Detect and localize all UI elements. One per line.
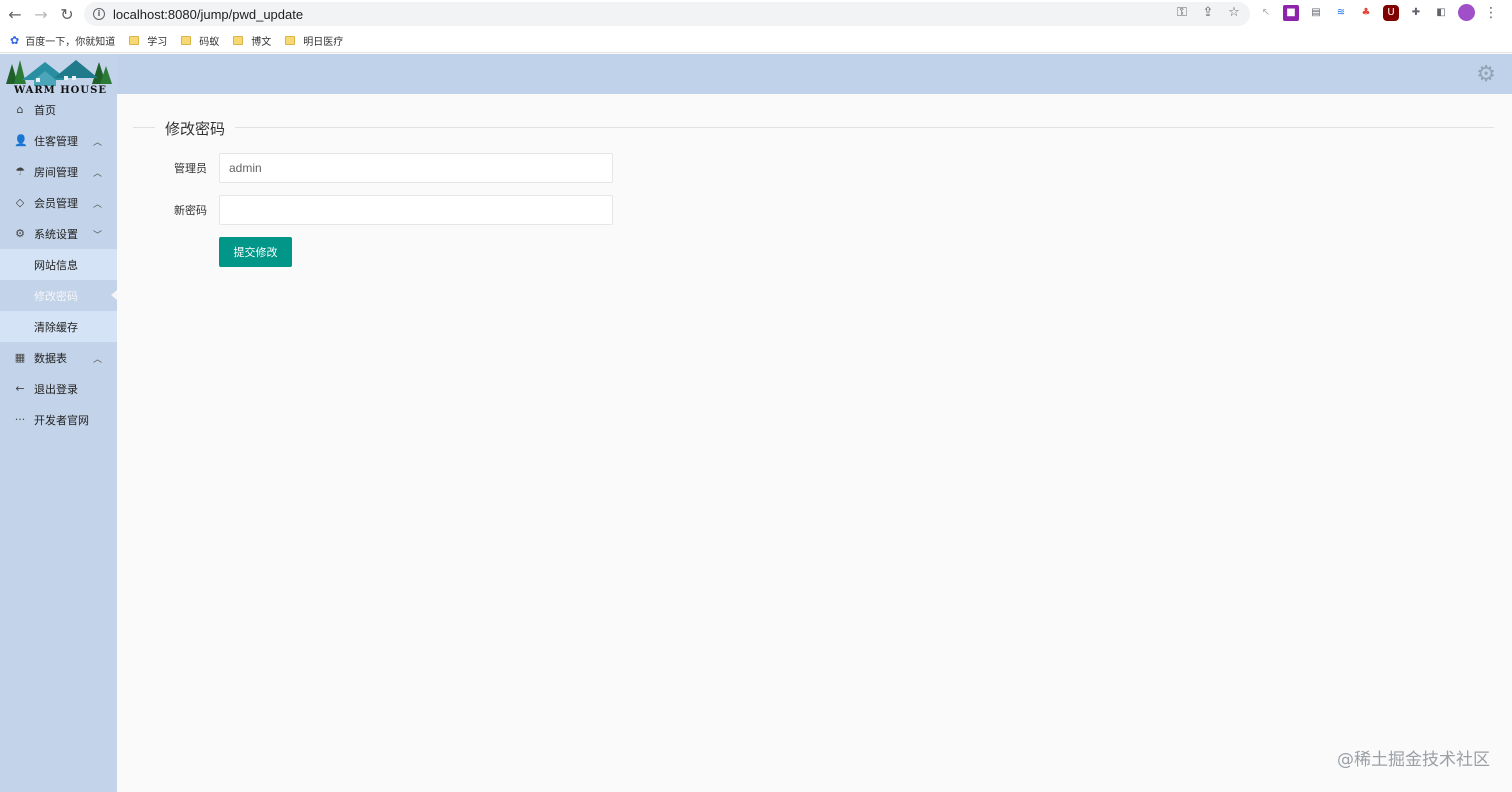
new-password-row: 新密码 — [129, 195, 613, 225]
folder-icon — [181, 36, 192, 45]
chevron-down-icon: ﹀ — [92, 231, 102, 241]
browser-toolbar: ← → ↻ i localhost:8080/jump/pwd_update ⚿… — [0, 0, 1512, 29]
site-info-icon[interactable]: i — [93, 8, 105, 20]
bookmarks-bar: ✿ 百度一下，你就知道 学习 码蚁 博文 明日医疗 — [0, 29, 1512, 53]
address-bar[interactable]: i localhost:8080/jump/pwd_update ⚿ ⇪ ☆ — [84, 2, 1250, 26]
sidebar-item-logout[interactable]: ← 退出登录 — [0, 373, 117, 404]
admin-field[interactable]: admin — [219, 153, 613, 183]
sidebar-menu: ⌂ 首页 👤 住客管理 ︿ ☂ 房间管理 ︿ ◇ 会员管理 ︿ ⚙ 系统设置 ﹀… — [0, 94, 117, 435]
purple-extension-icon[interactable]: ■ — [1283, 4, 1299, 21]
submit-button[interactable]: 提交修改 — [219, 237, 292, 267]
profile-avatar[interactable] — [1458, 4, 1475, 21]
share-icon[interactable]: ⇪ — [1200, 5, 1216, 21]
sidebar-item-guests[interactable]: 👤 住客管理 ︿ — [0, 125, 117, 156]
user-icon: 👤 — [14, 134, 28, 147]
sidebar-item-members[interactable]: ◇ 会员管理 ︿ — [0, 187, 117, 218]
back-arrow-icon[interactable]: ← — [2, 2, 28, 28]
folder-icon — [233, 36, 244, 45]
folder-icon — [285, 36, 296, 45]
store-extension-icon[interactable]: ▤ — [1308, 5, 1324, 21]
url-text[interactable]: localhost:8080/jump/pwd_update — [113, 7, 303, 22]
watermark: @稀土掘金技术社区 — [1337, 750, 1490, 770]
bookmark-item[interactable]: 学习 — [129, 33, 167, 48]
arrow-left-icon: ← — [15, 382, 25, 395]
app-header: ⚙ — [0, 54, 1512, 94]
ublock-extension-icon[interactable]: U — [1383, 4, 1399, 21]
chevron-up-icon: ︿ — [92, 169, 102, 179]
logo: WARM HOUSE — [0, 54, 117, 98]
diamond-icon: ◇ — [15, 196, 25, 209]
cursor-extension-icon[interactable]: ↖ — [1258, 5, 1274, 21]
sidebar-item-home[interactable]: ⌂ 首页 — [0, 94, 117, 125]
chevron-up-icon: ︿ — [92, 138, 102, 148]
sidebar-item-developer-site[interactable]: ··· 开发者官网 — [0, 404, 117, 435]
admin-row: 管理员 admin — [129, 153, 613, 183]
sidebar-item-datatable[interactable]: ▦ 数据表 ︿ — [0, 342, 117, 373]
folder-icon — [129, 36, 140, 45]
bookmark-item[interactable]: 码蚁 — [181, 33, 219, 48]
layers-extension-icon[interactable]: ≋ — [1333, 5, 1349, 21]
chevron-up-icon: ︿ — [92, 355, 102, 365]
bookmark-item[interactable]: 博文 — [233, 33, 271, 48]
forward-arrow-icon[interactable]: → — [28, 2, 54, 28]
table-icon: ▦ — [14, 351, 26, 364]
menu-kebab-icon[interactable]: ⋮ — [1484, 5, 1498, 21]
more-icon: ··· — [14, 413, 26, 426]
umbrella-icon: ☂ — [15, 165, 25, 178]
home-icon: ⌂ — [16, 103, 24, 116]
new-password-field[interactable] — [219, 195, 613, 225]
paw-icon: ✿ — [10, 34, 20, 47]
settings-gear-icon[interactable]: ⚙ — [1476, 62, 1496, 87]
sidebar-subitem-change-password[interactable]: 修改密码 — [0, 280, 117, 311]
reload-icon[interactable]: ↻ — [54, 2, 80, 28]
tree-extension-icon[interactable]: ♣ — [1358, 5, 1374, 21]
bookmark-item[interactable]: ✿ 百度一下，你就知道 — [10, 33, 115, 48]
page-title: 修改密码 — [155, 118, 236, 139]
sidebar-item-settings[interactable]: ⚙ 系统设置 ﹀ — [0, 218, 117, 249]
star-icon[interactable]: ☆ — [1226, 5, 1242, 21]
sidepanel-icon[interactable]: ◧ — [1433, 5, 1449, 21]
bookmark-item[interactable]: 明日医疗 — [285, 33, 343, 48]
key-icon[interactable]: ⚿ — [1174, 5, 1190, 21]
sidebar-subitem-clear-cache[interactable]: 清除缓存 — [0, 311, 117, 342]
new-password-label: 新密码 — [174, 204, 207, 217]
gear-icon: ⚙ — [15, 227, 25, 240]
form-fieldset: 修改密码 — [133, 118, 1494, 139]
sidebar-item-rooms[interactable]: ☂ 房间管理 ︿ — [0, 156, 117, 187]
chevron-up-icon: ︿ — [92, 200, 102, 210]
sidebar: WARM HOUSE ⌂ 首页 👤 住客管理 ︿ ☂ 房间管理 ︿ ◇ 会员管理… — [0, 54, 117, 792]
admin-label: 管理员 — [174, 162, 207, 175]
sidebar-subitem-site-info[interactable]: 网站信息 — [0, 249, 117, 280]
puzzle-extension-icon[interactable]: ✚ — [1408, 5, 1424, 21]
main-content: 修改密码 管理员 admin 新密码 提交修改 @稀土掘金技术社区 — [117, 94, 1512, 792]
